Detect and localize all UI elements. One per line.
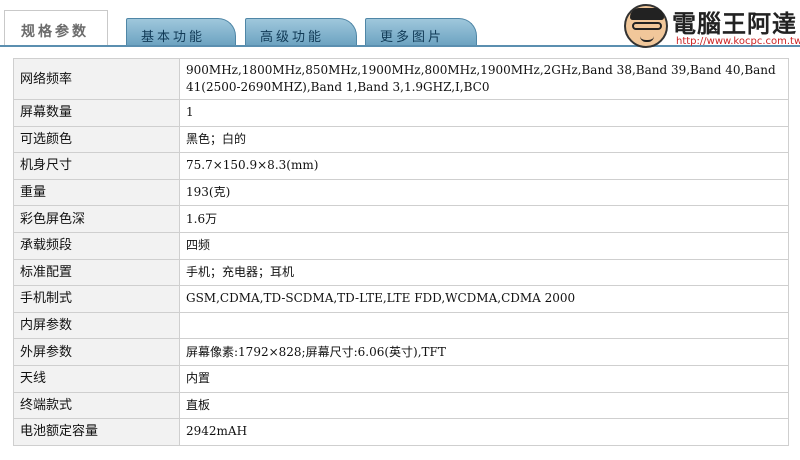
spec-label: 电池额定容量	[13, 418, 180, 446]
mascot-face-icon	[624, 4, 668, 48]
spec-value: 1	[179, 99, 789, 127]
spec-value: 1.6万	[179, 205, 789, 233]
spec-value: 193(克)	[179, 178, 789, 207]
table-row: 标准配置 手机；充电器；耳机	[13, 258, 789, 287]
table-row: 外屏参数 屏幕像素:1792×828;屏幕尺寸:6.06(英寸),TFT	[13, 338, 789, 366]
spec-value: 直板	[179, 391, 789, 420]
watermark-logo: 電腦王阿達 http://www.kocpc.com.tw	[624, 4, 800, 50]
table-row: 可选颜色 黑色；白的	[13, 125, 789, 154]
spec-label: 彩色屏色深	[13, 205, 180, 233]
spec-label: 屏幕数量	[13, 99, 180, 127]
spec-label: 天线	[13, 364, 180, 393]
tab-specs[interactable]: 规格参数	[4, 10, 108, 46]
spec-label: 网络频率	[13, 58, 180, 100]
spec-label: 承载频段	[13, 231, 180, 260]
table-row: 屏幕数量 1	[13, 99, 789, 127]
table-row: 彩色屏色深 1.6万	[13, 205, 789, 233]
specs-table: 网络频率 900MHz,1800MHz,850MHz,1900MHz,800MH…	[13, 58, 789, 446]
spec-value: 2942mAH	[179, 418, 789, 446]
spec-label: 标准配置	[13, 258, 180, 287]
table-row: 终端款式 直板	[13, 391, 789, 420]
spec-value: 黑色；白的	[179, 125, 789, 154]
table-row: 网络频率 900MHz,1800MHz,850MHz,1900MHz,800MH…	[13, 58, 789, 100]
spec-value	[179, 311, 789, 340]
spec-value: 四频	[179, 231, 789, 260]
spec-value: 手机；充电器；耳机	[179, 258, 789, 287]
tab-basic-features[interactable]: 基本功能	[126, 18, 236, 46]
spec-label: 机身尺寸	[13, 152, 180, 180]
watermark-title: 電腦王阿達	[672, 10, 797, 38]
spec-value: GSM,CDMA,TD-SCDMA,TD-LTE,LTE FDD,WCDMA,C…	[179, 285, 789, 313]
spec-value: 75.7×150.9×8.3(mm)	[179, 152, 789, 180]
spec-value: 屏幕像素:1792×828;屏幕尺寸:6.06(英寸),TFT	[179, 338, 789, 366]
spec-label: 内屏参数	[13, 311, 180, 340]
table-row: 重量 193(克)	[13, 178, 789, 207]
spec-label: 终端款式	[13, 391, 180, 420]
spec-value: 900MHz,1800MHz,850MHz,1900MHz,800MHz,190…	[179, 58, 789, 100]
table-row: 机身尺寸 75.7×150.9×8.3(mm)	[13, 152, 789, 180]
table-row: 天线 内置	[13, 364, 789, 393]
table-row: 手机制式 GSM,CDMA,TD-SCDMA,TD-LTE,LTE FDD,WC…	[13, 285, 789, 313]
table-row: 内屏参数	[13, 311, 789, 340]
tab-advanced-features[interactable]: 高级功能	[245, 18, 357, 46]
tab-more-images[interactable]: 更多图片	[365, 18, 477, 46]
watermark-url: http://www.kocpc.com.tw	[676, 36, 800, 47]
table-row: 承载频段 四频	[13, 231, 789, 260]
table-row: 电池额定容量 2942mAH	[13, 418, 789, 446]
spec-label: 重量	[13, 178, 180, 207]
spec-label: 可选颜色	[13, 125, 180, 154]
spec-label: 手机制式	[13, 285, 180, 313]
spec-value: 内置	[179, 364, 789, 393]
spec-label: 外屏参数	[13, 338, 180, 366]
